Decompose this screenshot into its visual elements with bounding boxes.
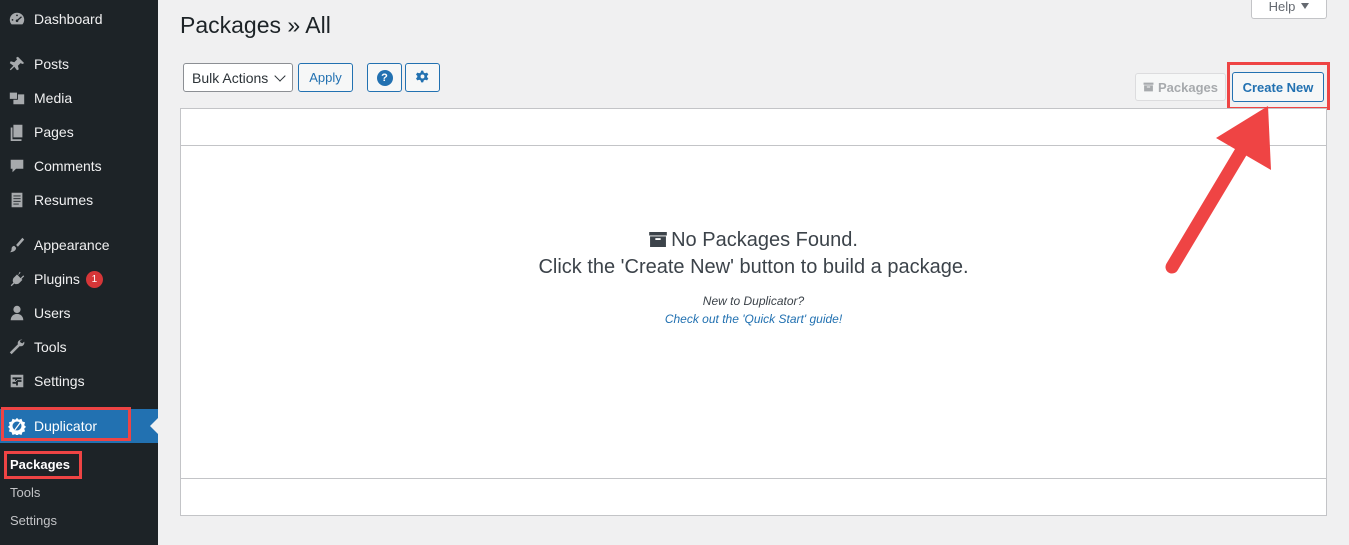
update-count-badge: 1 [85,270,103,288]
caret-down-icon [1301,3,1310,9]
wrench-icon [0,338,34,356]
bulk-actions-value: Bulk Actions [192,69,269,86]
sidebar-item-media[interactable]: Media [0,81,158,115]
create-new-button[interactable]: Create New [1232,72,1324,102]
packages-tab-button[interactable]: Packages [1135,73,1226,101]
user-icon [0,304,34,322]
sidebar-item-resumes[interactable]: Resumes [0,183,158,217]
table-footer-row [181,478,1326,515]
gear-icon [416,70,429,86]
duplicator-icon [0,417,34,435]
settings-button[interactable] [405,63,440,92]
sidebar-item-dashboard[interactable]: Dashboard [0,2,158,36]
sidebar-item-label: Tools [34,339,67,355]
current-menu-pointer [150,418,158,434]
dashboard-icon [0,10,34,28]
apply-button[interactable]: Apply [298,63,353,92]
annotation-arrow-icon [1165,106,1271,274]
sidebar-item-pages[interactable]: Pages [0,115,158,149]
packages-tab-label: Packages [1158,79,1218,95]
sidebar-item-settings[interactable]: Settings [0,364,158,398]
archive-icon [649,232,667,247]
empty-state-hint: New to Duplicator? Check out the 'Quick … [181,292,1326,328]
sidebar-item-label: Appearance [34,237,110,253]
sidebar-item-duplicator[interactable]: Duplicator [0,409,158,443]
sidebar-item-posts[interactable]: Posts [0,47,158,81]
plugin-icon [0,270,34,288]
pages-icon [0,123,34,141]
archive-icon [1143,80,1154,95]
sidebar-item-label: Dashboard [34,11,103,27]
quick-start-link[interactable]: Check out the 'Quick Start' guide! [665,312,842,326]
paintbrush-icon [0,236,34,254]
question-icon: ? [376,69,393,86]
admin-sidebar: Dashboard Posts Media Pages Comments Res… [0,0,158,545]
sidebar-item-label: Users [34,305,71,321]
empty-state-title: No Packages Found. [671,229,858,251]
submenu-item-settings[interactable]: Settings [10,513,57,528]
sidebar-item-label: Pages [34,124,74,140]
sidebar-item-label: Duplicator [34,418,98,434]
sidebar-item-appearance[interactable]: Appearance [0,228,158,262]
help-tab-button[interactable]: Help [1251,0,1327,19]
document-icon [0,191,34,209]
new-to-duplicator-text: New to Duplicator? [702,294,805,308]
submenu-item-tools[interactable]: Tools [10,485,40,500]
media-icon [0,89,34,107]
sidebar-item-label: Media [34,90,73,106]
sidebar-item-plugins[interactable]: Plugins 1 [0,262,158,296]
sidebar-item-label: Posts [34,56,70,72]
sidebar-item-users[interactable]: Users [0,296,158,330]
help-button[interactable]: ? [367,63,402,92]
sidebar-item-label: Settings [34,373,85,389]
pin-icon [0,55,34,73]
submenu-item-packages[interactable]: Packages [10,457,70,472]
sidebar-item-label: Plugins [34,271,80,287]
sidebar-item-comments[interactable]: Comments [0,149,158,183]
comment-icon [0,157,34,175]
bulk-actions-select[interactable]: Bulk Actions [183,63,293,92]
settings-icon [0,372,34,390]
sidebar-item-tools[interactable]: Tools [0,330,158,364]
chevron-down-icon [274,70,286,82]
page-title: Packages » All [180,12,331,38]
sidebar-item-label: Resumes [34,192,94,208]
help-tab-label: Help [1268,0,1296,14]
sidebar-item-label: Comments [34,158,102,174]
